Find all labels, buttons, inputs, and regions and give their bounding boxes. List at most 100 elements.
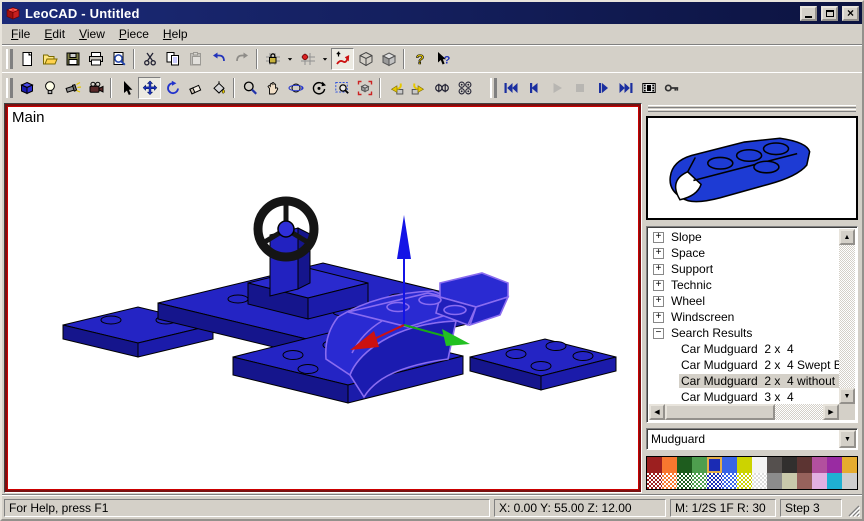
tree-horizontal-scrollbar[interactable]: ◀ ▶ [649, 404, 839, 420]
rotate-button[interactable] [161, 77, 184, 99]
add-camera-button[interactable] [84, 77, 107, 99]
color-swatch[interactable] [722, 457, 737, 473]
add-piece-button[interactable] [15, 77, 38, 99]
color-swatch[interactable] [647, 473, 662, 489]
tree-item[interactable]: −Search Results [649, 325, 839, 341]
print-button[interactable] [84, 48, 107, 70]
tree-item[interactable]: +Technic [649, 277, 839, 293]
menu-edit[interactable]: Edit [37, 25, 72, 43]
dropdown-arrow-button[interactable] [284, 48, 296, 70]
zoom-button[interactable] [238, 77, 261, 99]
minimize-button[interactable] [800, 6, 817, 21]
menu-help[interactable]: Help [156, 25, 195, 43]
last-step-button[interactable] [614, 77, 637, 99]
color-swatch[interactable] [812, 457, 827, 473]
select-button[interactable] [115, 77, 138, 99]
color-swatch[interactable] [722, 473, 737, 489]
piece-mirror-button[interactable] [430, 77, 453, 99]
animation-mode-button[interactable] [637, 77, 660, 99]
color-swatch[interactable] [692, 457, 707, 473]
print-preview-button[interactable] [107, 48, 130, 70]
piece-next-button[interactable] [407, 77, 430, 99]
solid-render-button[interactable] [377, 48, 400, 70]
scroll-down-button[interactable]: ▼ [839, 388, 855, 404]
color-swatch[interactable] [662, 457, 677, 473]
add-spotlight-button[interactable] [61, 77, 84, 99]
collapse-minus-icon[interactable]: − [653, 328, 664, 339]
expand-plus-icon[interactable]: + [653, 280, 664, 291]
zoom-region-button[interactable] [330, 77, 353, 99]
scrollbar-thumb[interactable] [665, 404, 775, 420]
color-swatch[interactable] [692, 473, 707, 489]
context-help-button[interactable]: ? [431, 48, 454, 70]
lock-snap-button[interactable] [261, 48, 284, 70]
panel-gripper[interactable] [648, 105, 856, 108]
erase-button[interactable] [184, 77, 207, 99]
tree-item[interactable]: Car Mudguard 2 x 4 Swept Ba [649, 357, 839, 373]
menu-view[interactable]: View [72, 25, 112, 43]
tree-item[interactable]: Car Mudguard 2 x 4 [649, 341, 839, 357]
open-file-button[interactable] [38, 48, 61, 70]
maximize-button[interactable] [821, 6, 838, 21]
color-swatch[interactable] [767, 457, 782, 473]
color-swatch[interactable] [842, 473, 857, 489]
toolbar-gripper[interactable] [490, 78, 497, 98]
scroll-up-button[interactable]: ▲ [839, 229, 855, 245]
color-swatch[interactable] [752, 473, 767, 489]
expand-plus-icon[interactable]: + [653, 264, 664, 275]
expand-plus-icon[interactable]: + [653, 296, 664, 307]
pan-button[interactable] [261, 77, 284, 99]
move-snap-button[interactable] [296, 48, 319, 70]
color-swatch[interactable] [797, 457, 812, 473]
new-document-button[interactable] [15, 48, 38, 70]
previous-step-button[interactable] [522, 77, 545, 99]
color-swatch[interactable] [677, 457, 692, 473]
close-button[interactable]: × [842, 6, 859, 21]
tree-item[interactable]: +Slope [649, 229, 839, 245]
color-swatch[interactable] [662, 473, 677, 489]
snap-angle-button[interactable] [331, 48, 354, 70]
combo-dropdown-button[interactable]: ▼ [839, 430, 856, 448]
tree-item[interactable]: +Space [649, 245, 839, 261]
piece-preview[interactable] [646, 116, 858, 220]
toolbar-gripper[interactable] [6, 49, 13, 69]
color-swatch[interactable] [707, 473, 722, 489]
resize-grip[interactable] [846, 503, 860, 517]
color-swatch[interactable] [827, 473, 842, 489]
color-swatch[interactable] [842, 457, 857, 473]
tree-vertical-scrollbar[interactable]: ▲ ▼ [839, 229, 855, 404]
rotate-view-button[interactable] [284, 77, 307, 99]
color-swatch[interactable] [782, 457, 797, 473]
lego-model-render[interactable] [8, 107, 639, 490]
save-file-button[interactable] [61, 48, 84, 70]
paint-button[interactable] [207, 77, 230, 99]
scroll-left-button[interactable]: ◀ [649, 404, 665, 420]
toolbar-gripper[interactable] [6, 78, 13, 98]
color-swatch[interactable] [677, 473, 692, 489]
piece-search-value[interactable]: Mudguard [647, 429, 838, 449]
piece-previous-button[interactable] [384, 77, 407, 99]
tree-item[interactable]: +Windscreen [649, 309, 839, 325]
scroll-right-button[interactable]: ▶ [823, 404, 839, 420]
undo-button[interactable] [207, 48, 230, 70]
next-step-button[interactable] [591, 77, 614, 99]
dropdown-arrow-button[interactable] [319, 48, 331, 70]
add-light-button[interactable] [38, 77, 61, 99]
color-swatch[interactable] [707, 457, 722, 473]
zoom-extents-button[interactable] [353, 77, 376, 99]
menu-file[interactable]: File [4, 25, 37, 43]
main-viewport[interactable]: Main [7, 106, 639, 490]
color-swatch[interactable] [812, 473, 827, 489]
color-swatch[interactable] [752, 457, 767, 473]
key-frame-button[interactable] [660, 77, 683, 99]
color-swatch[interactable] [797, 473, 812, 489]
color-swatch[interactable] [737, 457, 752, 473]
tree-item[interactable]: Car Mudguard 3 x 4 [649, 389, 839, 404]
copy-button[interactable] [161, 48, 184, 70]
color-swatch[interactable] [827, 457, 842, 473]
color-swatch[interactable] [767, 473, 782, 489]
tree-item[interactable]: +Support [649, 261, 839, 277]
help-button[interactable]: ? [408, 48, 431, 70]
tree-item[interactable]: +Wheel [649, 293, 839, 309]
panel-gripper[interactable] [648, 109, 856, 112]
